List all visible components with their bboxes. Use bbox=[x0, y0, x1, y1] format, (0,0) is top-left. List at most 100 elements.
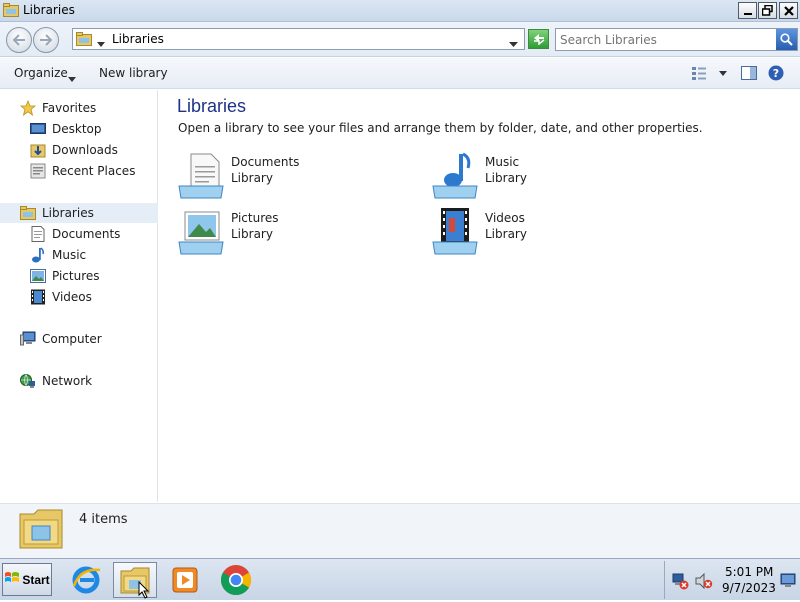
forward-arrow-icon bbox=[40, 34, 53, 46]
show-desktop-icon[interactable] bbox=[780, 572, 796, 591]
nav-documents[interactable]: Documents bbox=[30, 224, 120, 244]
nav-pictures-label: Pictures bbox=[52, 269, 100, 283]
refresh-icon bbox=[533, 34, 544, 45]
taskbar-windows-explorer[interactable] bbox=[113, 562, 157, 599]
downloads-folder-icon bbox=[30, 142, 46, 158]
nav-documents-label: Documents bbox=[52, 227, 121, 241]
volume-muted-icon[interactable] bbox=[695, 572, 713, 592]
library-videos[interactable]: Videos Library bbox=[431, 208, 651, 258]
address-history-dropdown-icon[interactable] bbox=[509, 37, 518, 51]
change-view-button[interactable] bbox=[690, 65, 708, 81]
help-button[interactable]: ? bbox=[767, 65, 785, 81]
library-music-type: Library bbox=[485, 171, 527, 185]
new-library-button[interactable]: New library bbox=[99, 66, 168, 80]
windows-logo-icon bbox=[4, 570, 20, 589]
minimize-button[interactable] bbox=[738, 2, 757, 19]
library-pictures-type: Library bbox=[231, 227, 273, 241]
nav-desktop[interactable]: Desktop bbox=[30, 119, 102, 139]
nav-libraries-label: Libraries bbox=[42, 206, 94, 220]
taskbar: Start 5:01 PM 9/7/2023 bbox=[0, 558, 800, 600]
search-button[interactable] bbox=[776, 29, 797, 50]
library-pictures-name: Pictures bbox=[231, 211, 279, 225]
help-icon: ? bbox=[768, 65, 784, 81]
breadcrumb-arrow-icon[interactable] bbox=[97, 37, 105, 51]
forward-button[interactable] bbox=[33, 27, 59, 53]
pictures-library-icon bbox=[177, 208, 225, 256]
nav-computer[interactable]: Computer bbox=[20, 329, 102, 349]
taskbar-media-player[interactable] bbox=[163, 562, 207, 598]
nav-computer-label: Computer bbox=[42, 332, 102, 346]
mouse-cursor-icon bbox=[138, 580, 150, 602]
item-count: 4 items bbox=[79, 512, 128, 527]
address-bar[interactable]: Libraries bbox=[72, 28, 525, 50]
start-button[interactable]: Start bbox=[2, 563, 52, 596]
clock-time[interactable]: 5:01 PM bbox=[725, 565, 773, 579]
nav-favorites[interactable]: Favorites bbox=[20, 98, 96, 118]
preview-pane-button[interactable] bbox=[740, 65, 758, 81]
preview-pane-icon bbox=[741, 66, 757, 80]
nav-music[interactable]: Music bbox=[30, 245, 86, 265]
pictures-icon bbox=[30, 268, 46, 284]
nav-network[interactable]: Network bbox=[20, 371, 92, 391]
nav-recent-places-label: Recent Places bbox=[52, 164, 136, 178]
nav-music-label: Music bbox=[52, 248, 87, 262]
libraries-folder-icon bbox=[3, 3, 19, 17]
music-library-icon bbox=[431, 152, 479, 200]
breadcrumb-libraries[interactable]: Libraries bbox=[112, 32, 164, 46]
nav-libraries[interactable]: Libraries bbox=[0, 203, 158, 223]
nav-pictures[interactable]: Pictures bbox=[30, 266, 100, 286]
start-label: Start bbox=[22, 572, 50, 587]
refresh-button[interactable] bbox=[528, 29, 549, 49]
desktop-icon bbox=[30, 121, 46, 137]
search-box[interactable] bbox=[555, 28, 798, 51]
system-tray: 5:01 PM 9/7/2023 bbox=[664, 561, 800, 599]
recent-places-icon bbox=[30, 163, 46, 179]
nav-recent-places[interactable]: Recent Places bbox=[30, 161, 135, 181]
media-player-icon bbox=[172, 567, 198, 593]
library-videos-type: Library bbox=[485, 227, 527, 241]
nav-videos[interactable]: Videos bbox=[30, 287, 92, 307]
internet-explorer-icon bbox=[72, 566, 101, 594]
organize-button[interactable]: Organize bbox=[14, 66, 68, 80]
minimize-icon bbox=[743, 12, 752, 15]
more-views-dropdown[interactable] bbox=[714, 65, 732, 81]
nav-downloads[interactable]: Downloads bbox=[30, 140, 118, 160]
documents-icon bbox=[30, 226, 46, 242]
nav-network-label: Network bbox=[42, 374, 93, 388]
view-options-icon bbox=[692, 67, 706, 80]
explorer-window: Libraries Libraries Search Libraries Org… bbox=[0, 0, 800, 558]
library-music[interactable]: Music Library bbox=[431, 152, 651, 202]
library-documents-type: Library bbox=[231, 171, 273, 185]
music-note-icon bbox=[30, 247, 46, 263]
library-documents[interactable]: Documents Library bbox=[177, 152, 397, 202]
taskbar-chrome[interactable] bbox=[214, 562, 258, 598]
address-toolbar: Libraries bbox=[0, 22, 800, 57]
restore-icon bbox=[762, 5, 773, 16]
command-bar: Organize New library ? bbox=[0, 58, 800, 89]
close-button[interactable] bbox=[779, 2, 798, 19]
navigation-pane: Favorites Desktop Downloads Recent Place… bbox=[0, 90, 158, 502]
chrome-icon bbox=[220, 565, 252, 595]
taskbar-internet-explorer[interactable] bbox=[64, 562, 108, 598]
nav-favorites-label: Favorites bbox=[42, 101, 97, 115]
restore-button[interactable] bbox=[758, 2, 777, 19]
organize-dropdown-icon[interactable] bbox=[68, 71, 76, 85]
libraries-large-icon bbox=[18, 506, 64, 555]
details-pane: 4 items bbox=[0, 503, 800, 558]
window-title: Libraries bbox=[23, 3, 75, 17]
network-globe-icon bbox=[20, 373, 36, 389]
library-videos-name: Videos bbox=[485, 211, 525, 225]
videos-library-icon bbox=[431, 208, 479, 256]
search-input[interactable] bbox=[560, 32, 770, 47]
network-disconnected-icon[interactable] bbox=[671, 572, 689, 593]
library-documents-name: Documents bbox=[231, 155, 300, 169]
page-subtitle: Open a library to see your files and arr… bbox=[178, 121, 703, 135]
svg-text:?: ? bbox=[773, 67, 779, 80]
library-pictures[interactable]: Pictures Library bbox=[177, 208, 397, 258]
search-icon bbox=[780, 33, 793, 46]
back-button[interactable] bbox=[6, 27, 32, 53]
title-bar[interactable]: Libraries bbox=[0, 0, 800, 22]
libraries-folder-icon bbox=[20, 205, 36, 221]
clock-date[interactable]: 9/7/2023 bbox=[722, 581, 776, 595]
libraries-folder-icon bbox=[76, 32, 92, 49]
